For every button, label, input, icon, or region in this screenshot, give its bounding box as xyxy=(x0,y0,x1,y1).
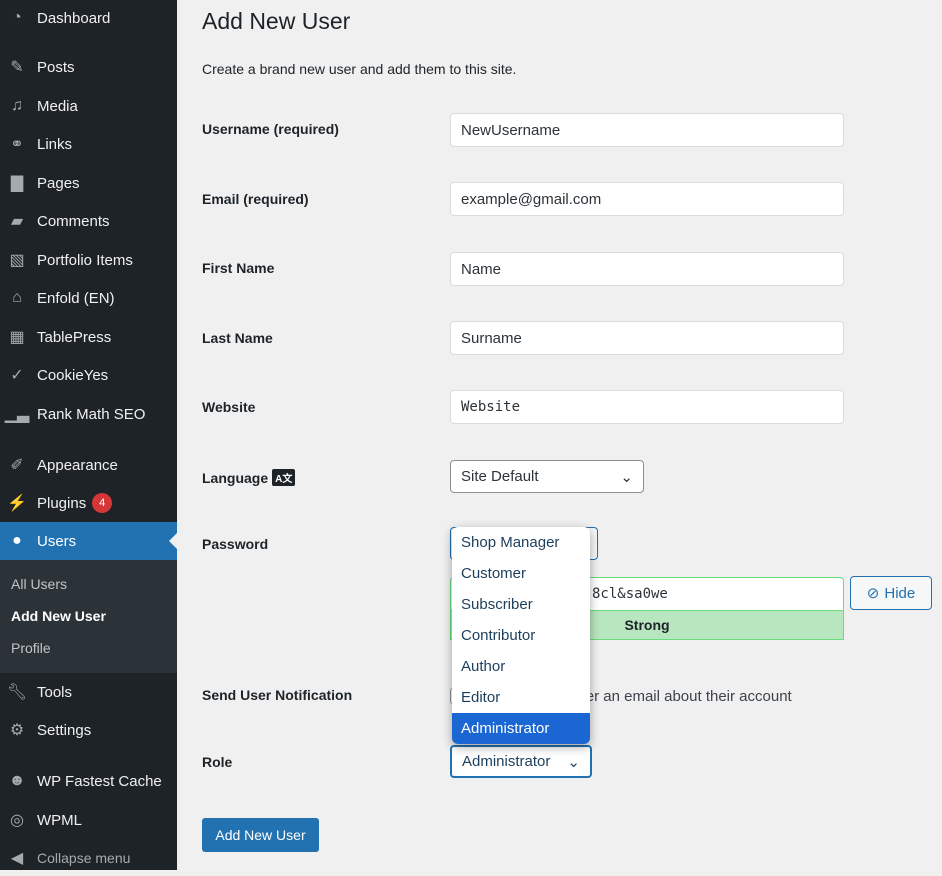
role-option[interactable]: Customer xyxy=(452,558,590,589)
menu-label: Dashboard xyxy=(37,9,111,27)
menu-dashboard[interactable]: ◔ Dashboard xyxy=(0,0,177,36)
language-select[interactable]: Site Default ⌄ xyxy=(450,460,644,493)
collapse-icon: ◀ xyxy=(10,850,24,867)
admin-sidebar: ◔ Dashboard ✎ Posts ♫ Media ⚭ Links ▇ Pages ▰… xyxy=(0,0,177,870)
table-icon: ▦ xyxy=(9,329,25,346)
website-input[interactable]: Website xyxy=(450,390,844,424)
cookie-icon: ✓ xyxy=(10,367,24,384)
menu-pages[interactable]: ▇ Pages xyxy=(0,165,177,201)
menu-posts[interactable]: ✎ Posts xyxy=(0,49,177,85)
role-value: Administrator xyxy=(462,753,551,770)
menu-wpml[interactable]: ◎ WPML xyxy=(0,802,177,838)
menu-tools[interactable]: 🔧︎ Tools xyxy=(0,674,177,710)
user-icon: ● xyxy=(12,532,22,549)
menu-label: Portfolio Items xyxy=(37,251,133,269)
menu-plugins[interactable]: ⚡ Plugins 4 xyxy=(0,485,177,521)
chevron-down-icon: ⌄ xyxy=(567,753,580,771)
update-badge: 4 xyxy=(92,493,113,513)
password-label: Password xyxy=(202,536,269,552)
menu-label: WP Fastest Cache xyxy=(37,772,162,790)
menu-wp-fastest-cache[interactable]: ☻ WP Fastest Cache xyxy=(0,763,177,799)
menu-label: TablePress xyxy=(37,328,112,346)
plugin-icon: ⚡ xyxy=(7,495,27,512)
wrench-icon: 🔧︎ xyxy=(6,684,28,701)
wpml-icon: ◎ xyxy=(10,812,24,829)
chevron-down-icon: ⌄ xyxy=(620,468,633,486)
language-value: Site Default xyxy=(461,468,539,485)
menu-tablepress[interactable]: ▦ TablePress xyxy=(0,319,177,355)
last-name-input[interactable]: Surname xyxy=(450,321,844,355)
submenu-profile[interactable]: Profile xyxy=(11,640,51,656)
menu-label: Users xyxy=(37,532,77,550)
menu-label: Media xyxy=(37,97,78,115)
language-label-row: Language A文 xyxy=(202,469,296,486)
menu-media[interactable]: ♫ Media xyxy=(0,88,177,124)
menu-label: WPML xyxy=(37,811,82,829)
username-input[interactable]: NewUsername xyxy=(450,113,844,147)
menu-label: Enfold (EN) xyxy=(37,289,115,307)
role-select[interactable]: Administrator ⌄ xyxy=(450,745,592,778)
hide-password-button[interactable]: ⊘ Hide xyxy=(850,576,932,610)
menu-label: Comments xyxy=(37,212,110,230)
email-input[interactable]: example@gmail.com xyxy=(450,182,844,216)
eye-slash-icon: ⊘ xyxy=(866,585,880,602)
menu-appearance[interactable]: ✐ Appearance xyxy=(0,447,177,483)
menu-label: Plugins xyxy=(37,494,87,512)
menu-rankmath[interactable]: ▁▃ Rank Math SEO xyxy=(0,396,177,432)
last-name-label: Last Name xyxy=(202,330,273,346)
menu-label: Settings xyxy=(37,721,92,739)
menu-label: Collapse menu xyxy=(37,850,131,866)
role-dropdown-list: Shop Manager Customer Subscriber Contrib… xyxy=(452,527,590,744)
notification-label: Send User Notification xyxy=(202,687,353,703)
menu-label: Posts xyxy=(37,58,75,76)
email-label: Email (required) xyxy=(202,191,309,207)
role-label: Role xyxy=(202,754,233,770)
submenu-all-users[interactable]: All Users xyxy=(11,576,67,592)
first-name-input[interactable]: Name xyxy=(450,252,844,286)
menu-enfold[interactable]: ⌂ Enfold (EN) xyxy=(0,280,177,316)
menu-label: Tools xyxy=(37,683,73,701)
menu-users[interactable]: ● Users xyxy=(0,522,177,560)
menu-portfolio[interactable]: ▧ Portfolio Items xyxy=(0,242,177,278)
language-label: Language xyxy=(202,469,269,486)
chart-icon: ▁▃ xyxy=(4,406,30,423)
menu-label: Appearance xyxy=(37,456,118,474)
role-option[interactable]: Subscriber xyxy=(452,589,590,620)
translate-icon: A文 xyxy=(272,469,296,486)
role-option-selected[interactable]: Administrator xyxy=(452,713,590,744)
settings-icon: ⚙ xyxy=(9,722,25,739)
portfolio-icon: ▧ xyxy=(9,252,25,269)
comment-icon: ▰ xyxy=(10,213,24,230)
role-option[interactable]: Contributor xyxy=(452,620,590,651)
first-name-label: First Name xyxy=(202,260,275,276)
username-label: Username (required) xyxy=(202,121,339,137)
menu-comments[interactable]: ▰ Comments xyxy=(0,203,177,239)
dashboard-icon: ◔ xyxy=(12,9,22,26)
menu-label: Rank Math SEO xyxy=(37,405,146,423)
role-option[interactable]: Shop Manager xyxy=(452,527,590,558)
submenu-add-new-user[interactable]: Add New User xyxy=(11,608,106,624)
brush-icon: ✐ xyxy=(10,457,24,474)
menu-links[interactable]: ⚭ Links xyxy=(0,126,177,162)
menu-label: CookieYes xyxy=(37,366,109,384)
website-label: Website xyxy=(202,399,256,415)
cheetah-icon: ☻ xyxy=(8,772,26,789)
menu-label: Links xyxy=(37,135,73,153)
add-new-user-button[interactable]: Add New User xyxy=(202,818,319,852)
menu-settings[interactable]: ⚙ Settings xyxy=(0,712,177,748)
collapse-menu[interactable]: ◀ Collapse menu xyxy=(0,840,177,876)
hide-label: Hide xyxy=(884,584,916,602)
role-option[interactable]: Author xyxy=(452,651,590,682)
home-icon: ⌂ xyxy=(12,289,22,306)
link-icon: ⚭ xyxy=(10,136,24,153)
users-submenu: All Users Add New User Profile xyxy=(0,560,177,673)
menu-label: Pages xyxy=(37,174,80,192)
pages-icon: ▇ xyxy=(10,175,24,192)
page-subtitle: Create a brand new user and add them to … xyxy=(202,61,517,77)
media-icon: ♫ xyxy=(11,97,23,114)
menu-cookieyes[interactable]: ✓ CookieYes xyxy=(0,357,177,393)
role-option[interactable]: Editor xyxy=(452,682,590,713)
pin-icon: ✎ xyxy=(10,59,24,76)
page-title: Add New User xyxy=(202,8,351,34)
